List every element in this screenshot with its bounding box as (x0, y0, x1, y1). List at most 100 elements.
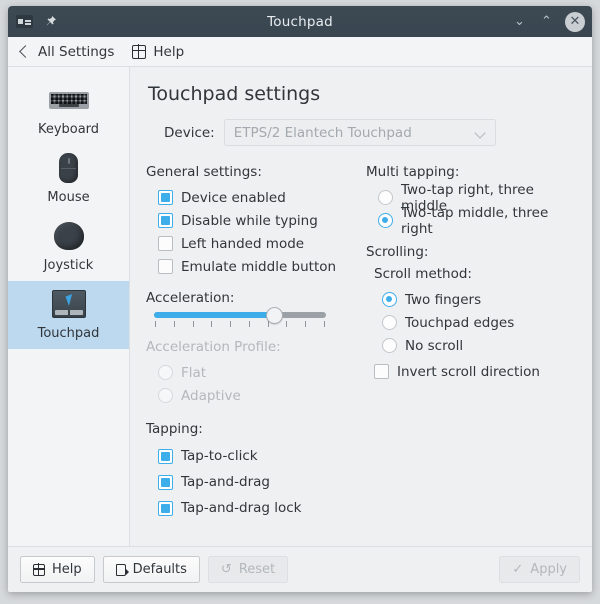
checkbox-tap-and-drag-lock-box[interactable] (158, 500, 173, 516)
settings-columns: General settings: Device enabled Disable… (146, 164, 576, 521)
defaults-icon (115, 563, 130, 576)
sidebar-item-label-joystick: Joystick (43, 258, 94, 273)
help-grid-icon (32, 563, 45, 576)
acceleration-slider-track[interactable] (154, 306, 326, 324)
checkbox-emulate-middle-button-box[interactable] (158, 259, 173, 274)
device-row: Device: ETPS/2 Elantech Touchpad (164, 119, 576, 146)
checkbox-emulate-middle-button[interactable]: Emulate middle button (158, 255, 362, 278)
settings-toolbar: All Settings Help (8, 37, 592, 67)
checkbox-disable-while-typing-box[interactable] (158, 213, 173, 228)
acceleration-slider-fill (154, 312, 275, 318)
sidebar-item-mouse[interactable]: Mouse (8, 145, 129, 213)
reset-button-label: Reset (238, 562, 276, 577)
window-titlebar[interactable]: Touchpad ⌄ ⌃ ✕ (8, 6, 592, 37)
defaults-button[interactable]: Defaults (102, 556, 200, 583)
chevron-down-icon (474, 127, 486, 139)
acceleration-slider[interactable] (154, 306, 326, 327)
mouse-icon-wrap (59, 151, 78, 185)
checkbox-device-enabled-label: Device enabled (181, 189, 286, 206)
sidebar-item-label-mouse: Mouse (47, 190, 90, 205)
radio-profile-flat-circle (158, 365, 173, 380)
window-body: Keyboard Mouse Joystick Touchpad Touchpa… (8, 67, 592, 546)
apply-button-label: Apply (530, 562, 567, 577)
reset-arrow-icon: ↺ (220, 562, 232, 577)
checkbox-emulate-middle-button-label: Emulate middle button (181, 258, 337, 275)
checkbox-disable-while-typing-label: Disable while typing (181, 212, 318, 229)
radio-profile-adaptive-label: Adaptive (181, 387, 241, 404)
right-column: Multi tapping: Two-tap right, three midd… (362, 164, 576, 521)
scrolling-heading: Scrolling: (366, 244, 429, 260)
help-button-label: Help (52, 562, 82, 577)
checkbox-tap-and-drag-box[interactable] (158, 474, 173, 490)
radio-profile-adaptive-circle (158, 388, 173, 403)
maximize-button[interactable]: ⌃ (538, 13, 555, 30)
acceleration-slider-handle[interactable] (265, 306, 283, 324)
device-select[interactable]: ETPS/2 Elantech Touchpad (223, 119, 496, 146)
multi-tapping-heading: Multi tapping: (366, 164, 460, 180)
checkbox-left-handed-mode-label: Left handed mode (181, 235, 305, 252)
radio-two-tap-middle-three-right-circle[interactable] (378, 213, 393, 228)
checkbox-tap-to-click-label: Tap-to-click (181, 448, 258, 464)
radio-two-tap-middle-three-right[interactable]: Two-tap middle, three right (378, 205, 576, 237)
checkbox-device-enabled[interactable]: Device enabled (158, 186, 362, 209)
radio-profile-flat-label: Flat (181, 364, 207, 381)
checkbox-disable-while-typing[interactable]: Disable while typing (158, 209, 362, 232)
radio-profile-adaptive: Adaptive (158, 384, 362, 407)
minimize-button[interactable]: ⌄ (511, 13, 528, 30)
checkbox-invert-scroll-direction[interactable]: Invert scroll direction (374, 360, 576, 383)
close-button[interactable]: ✕ (565, 11, 585, 32)
general-settings-heading: General settings: (146, 164, 262, 180)
radio-two-fingers[interactable]: Two fingers (382, 288, 576, 311)
radio-profile-flat: Flat (158, 361, 362, 384)
titlebar-controls: ⌄ ⌃ ✕ (511, 11, 585, 32)
checkbox-tap-and-drag-lock-label: Tap-and-drag lock (181, 500, 302, 516)
radio-two-tap-middle-three-right-label: Two-tap middle, three right (401, 204, 549, 237)
acceleration-profile-heading: Acceleration Profile: (146, 339, 281, 355)
keyboard-icon (48, 91, 89, 109)
checkbox-device-enabled-box[interactable] (158, 190, 173, 205)
window-title: Touchpad (267, 13, 333, 30)
chevron-left-icon (19, 45, 32, 58)
settings-content: Touchpad settings Device: ETPS/2 Elantec… (130, 67, 592, 546)
radio-touchpad-edges-label: Touchpad edges (405, 314, 515, 331)
checkbox-tap-and-drag[interactable]: Tap-and-drag (158, 469, 362, 495)
radio-two-tap-right-three-middle-circle[interactable] (378, 190, 393, 205)
sidebar-item-label-touchpad: Touchpad (37, 326, 100, 341)
radio-no-scroll-label: No scroll (405, 337, 464, 354)
sidebar-item-touchpad[interactable]: Touchpad (8, 281, 129, 349)
device-select-value: ETPS/2 Elantech Touchpad (233, 124, 412, 141)
all-settings-label: All Settings (38, 43, 115, 60)
check-icon: ✓ (512, 562, 524, 577)
window-menu-icon[interactable] (16, 15, 33, 28)
radio-no-scroll-circle[interactable] (382, 338, 397, 353)
reset-button: ↺ Reset (207, 556, 289, 583)
checkbox-tap-to-click-box[interactable] (158, 448, 173, 464)
sidebar-item-joystick[interactable]: Joystick (8, 213, 129, 281)
left-column: General settings: Device enabled Disable… (146, 164, 362, 521)
checkbox-tap-and-drag-label: Tap-and-drag (181, 474, 270, 490)
help-button[interactable]: Help (20, 556, 95, 583)
checkbox-left-handed-mode-box[interactable] (158, 236, 173, 251)
titlebar-left-icons (16, 13, 59, 31)
joystick-icon-wrap (53, 219, 84, 253)
mouse-icon (59, 153, 78, 183)
checkbox-tap-to-click[interactable]: Tap-to-click (158, 443, 362, 469)
radio-touchpad-edges[interactable]: Touchpad edges (382, 311, 576, 334)
toolbar-help-button[interactable]: Help (131, 43, 185, 60)
sidebar-item-label-keyboard: Keyboard (37, 122, 100, 137)
touchpad-settings-window: Touchpad ⌄ ⌃ ✕ All Settings Help Keyboar… (8, 6, 592, 592)
checkbox-invert-scroll-direction-box[interactable] (374, 364, 389, 379)
checkbox-tap-and-drag-lock[interactable]: Tap-and-drag lock (158, 495, 362, 521)
checkbox-left-handed-mode[interactable]: Left handed mode (158, 232, 362, 255)
toolbar-help-label: Help (153, 43, 185, 60)
sidebar-item-keyboard[interactable]: Keyboard (8, 77, 129, 145)
category-sidebar: Keyboard Mouse Joystick Touchpad (8, 67, 130, 546)
radio-no-scroll[interactable]: No scroll (382, 334, 576, 357)
radio-two-fingers-circle[interactable] (382, 292, 397, 307)
pin-icon[interactable] (41, 13, 59, 31)
touchpad-icon (51, 290, 86, 318)
help-grid-icon (131, 43, 147, 59)
all-settings-back-button[interactable]: All Settings (19, 43, 115, 60)
joystick-icon (53, 222, 84, 250)
radio-touchpad-edges-circle[interactable] (382, 315, 397, 330)
